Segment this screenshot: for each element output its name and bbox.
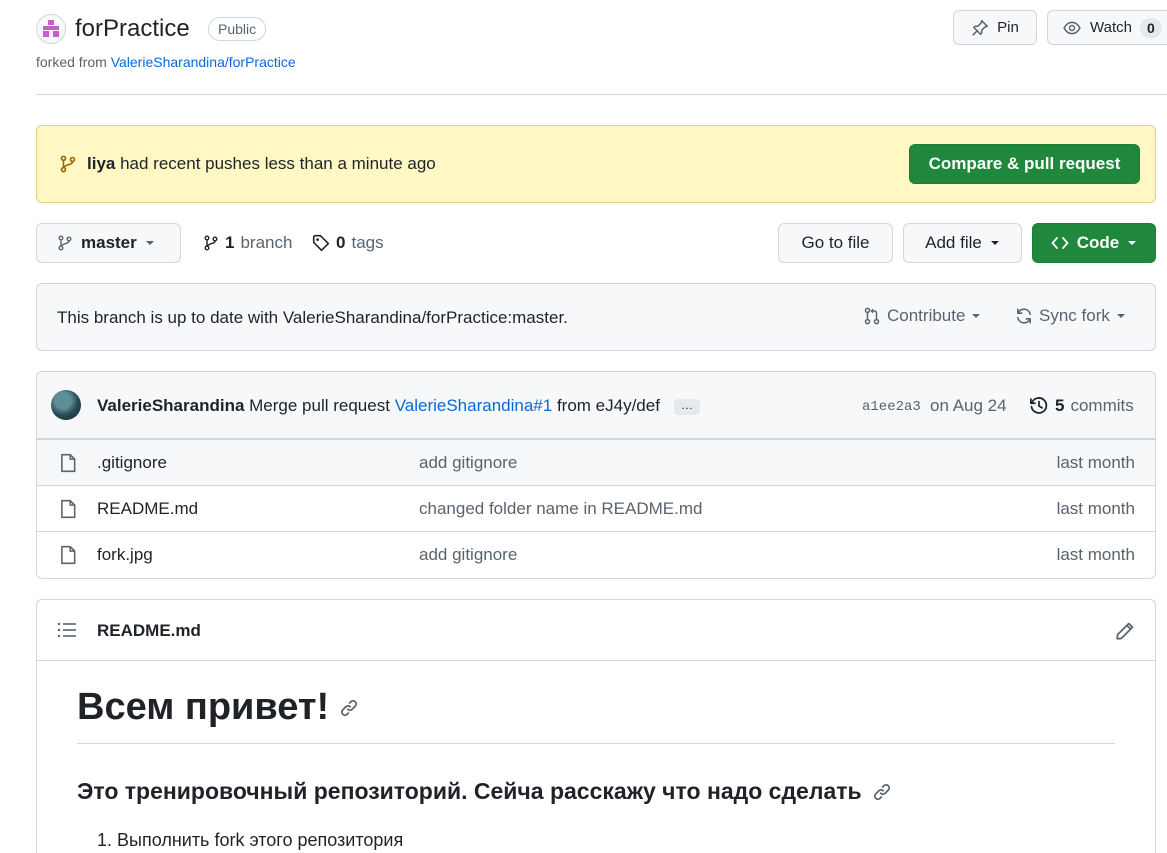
push-text: had recent pushes less than a minute ago bbox=[120, 154, 436, 173]
readme-panel: README.md Всем привет! Это тренировочный… bbox=[36, 599, 1156, 853]
pull-request-link[interactable]: ValerieSharandina#1 bbox=[395, 396, 553, 415]
readme-heading-1: Всем привет! bbox=[77, 686, 359, 729]
watch-label: Watch bbox=[1090, 19, 1132, 36]
forked-from-line: forked from ValerieSharandina/forPractic… bbox=[36, 54, 296, 70]
go-to-file-button[interactable]: Go to file bbox=[778, 223, 893, 263]
readme-filename[interactable]: README.md bbox=[97, 621, 201, 641]
code-label: Code bbox=[1076, 233, 1120, 252]
branch-select-button[interactable]: master bbox=[36, 223, 181, 263]
sync-fork-label: Sync fork bbox=[1039, 306, 1110, 325]
file-row[interactable]: .gitignore add gitignore last month bbox=[37, 439, 1155, 485]
file-icon bbox=[59, 453, 77, 473]
compare-pull-request-button[interactable]: Compare & pull request bbox=[909, 144, 1140, 184]
caret-down-icon bbox=[971, 312, 981, 320]
file-row[interactable]: fork.jpg add gitignore last month bbox=[37, 531, 1155, 577]
file-name[interactable]: README.md bbox=[97, 499, 198, 519]
tag-icon bbox=[312, 234, 330, 252]
branch-icon bbox=[204, 235, 218, 251]
add-file-button[interactable]: Add file bbox=[903, 223, 1022, 263]
visibility-badge: Public bbox=[208, 17, 267, 41]
branch-name: master bbox=[81, 233, 137, 252]
watch-button[interactable]: Watch 0 bbox=[1047, 10, 1167, 45]
readme-h2-text: Это тренировочный репозиторий. Сейча рас… bbox=[77, 778, 862, 804]
anchor-link-icon[interactable] bbox=[339, 698, 359, 718]
branch-icon bbox=[58, 235, 72, 251]
commit-sha[interactable]: a1ee2a3 bbox=[862, 399, 921, 415]
branch-icon bbox=[59, 155, 77, 173]
anchor-link-icon[interactable] bbox=[872, 782, 892, 802]
file-name[interactable]: .gitignore bbox=[97, 453, 167, 473]
fork-status-bar: This branch is up to date with ValerieSh… bbox=[36, 283, 1156, 351]
branches-link[interactable]: 1 branch bbox=[203, 233, 292, 253]
file-name[interactable]: fork.jpg bbox=[97, 545, 153, 565]
contribute-label: Contribute bbox=[887, 306, 966, 325]
caret-down-icon bbox=[990, 239, 1000, 247]
caret-down-icon bbox=[1127, 239, 1137, 247]
commit-count-label: commits bbox=[1070, 396, 1134, 415]
sync-fork-button[interactable]: Sync fork bbox=[1015, 306, 1126, 326]
caret-down-icon bbox=[1116, 312, 1126, 320]
tag-count-value: 0 bbox=[336, 233, 346, 252]
contribute-button[interactable]: Contribute bbox=[863, 306, 981, 326]
outline-list-icon[interactable] bbox=[57, 622, 77, 638]
file-commit-message[interactable]: add gitignore bbox=[419, 453, 517, 473]
pencil-icon[interactable] bbox=[1115, 621, 1135, 641]
readme-heading-2: Это тренировочный репозиторий. Сейча рас… bbox=[77, 778, 892, 805]
file-age: last month bbox=[1056, 545, 1135, 564]
author-avatar[interactable] bbox=[51, 390, 81, 420]
readme-header: README.md bbox=[37, 600, 1155, 661]
pin-label: Pin bbox=[997, 19, 1019, 36]
tags-link[interactable]: 0 tags bbox=[312, 233, 384, 253]
branch-count-label: branch bbox=[240, 233, 293, 252]
sync-icon bbox=[1017, 308, 1031, 324]
code-icon bbox=[1051, 237, 1069, 249]
expand-commit-button[interactable]: … bbox=[674, 399, 700, 415]
file-icon bbox=[59, 545, 77, 565]
recent-push-message: liya had recent pushes less than a minut… bbox=[87, 154, 436, 174]
watch-count: 0 bbox=[1139, 17, 1162, 38]
caret-down-icon bbox=[145, 239, 155, 247]
identicon-icon bbox=[43, 20, 59, 37]
file-commit-message[interactable]: changed folder name in README.md bbox=[419, 499, 702, 519]
eye-icon bbox=[1063, 21, 1081, 34]
code-button[interactable]: Code bbox=[1032, 223, 1156, 263]
commit-message-prefix[interactable]: Merge pull request bbox=[249, 396, 390, 415]
tag-count-label: tags bbox=[351, 233, 384, 252]
pin-icon bbox=[972, 19, 989, 36]
fork-status-text: This branch is up to date with ValerieSh… bbox=[57, 308, 568, 327]
pull-request-icon bbox=[864, 307, 880, 325]
history-icon bbox=[1030, 397, 1048, 414]
commit-author[interactable]: ValerieSharandina bbox=[97, 396, 244, 415]
file-row[interactable]: README.md changed folder name in README.… bbox=[37, 485, 1155, 531]
forked-from-label: forked from bbox=[36, 54, 107, 70]
commit-date: on Aug 24 bbox=[930, 396, 1007, 415]
header-divider bbox=[36, 94, 1167, 95]
heading-divider bbox=[77, 743, 1115, 744]
latest-commit-header: ValerieSharandina Merge pull request Val… bbox=[37, 372, 1155, 439]
latest-commit-message: ValerieSharandina Merge pull request Val… bbox=[97, 396, 660, 416]
commits-history-link[interactable]: 5 commits bbox=[1029, 396, 1134, 416]
file-listing: ValerieSharandina Merge pull request Val… bbox=[36, 371, 1156, 579]
push-user[interactable]: liya bbox=[87, 154, 115, 173]
commit-message-suffix[interactable]: from eJ4y/def bbox=[557, 396, 660, 415]
file-age: last month bbox=[1056, 453, 1135, 472]
repo-name[interactable]: forPractice bbox=[75, 14, 190, 44]
forked-source-link[interactable]: ValerieSharandina/forPractice bbox=[111, 54, 296, 70]
pin-button[interactable]: Pin bbox=[953, 10, 1037, 45]
readme-h1-text: Всем привет! bbox=[77, 686, 330, 728]
branch-count-value: 1 bbox=[225, 233, 235, 252]
repo-owner-avatar[interactable] bbox=[36, 14, 66, 44]
file-age: last month bbox=[1056, 499, 1135, 518]
file-icon bbox=[59, 499, 77, 519]
add-file-label: Add file bbox=[925, 233, 982, 252]
recent-push-banner: liya had recent pushes less than a minut… bbox=[36, 125, 1156, 203]
readme-list-item: 1. Выполнить fork этого репозитория bbox=[97, 830, 404, 850]
commit-count: 5 bbox=[1055, 396, 1065, 415]
file-commit-message[interactable]: add gitignore bbox=[419, 545, 517, 565]
